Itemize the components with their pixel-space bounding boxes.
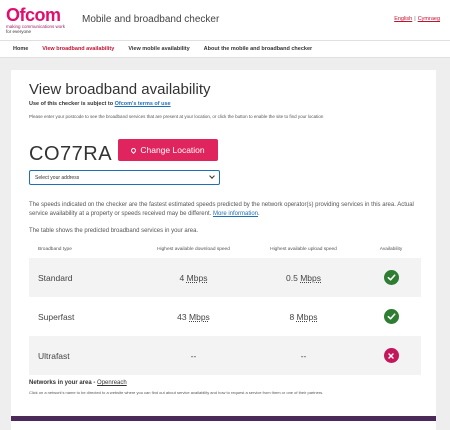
row-type: Ultrafast	[38, 350, 70, 361]
location-pin-icon	[130, 146, 138, 154]
main-nav: Home View broadband availability View mo…	[0, 40, 450, 58]
upload-unit: Mbps	[300, 272, 321, 283]
row-download: 4 Mbps	[141, 273, 246, 283]
terms-prefix: Use of this checker is subject to	[29, 101, 114, 107]
lang-english-link[interactable]: English	[394, 16, 412, 22]
networks-label: Networks in your area -	[29, 380, 96, 386]
address-select-value: Select your address	[35, 174, 80, 181]
row-download: 43 Mbps	[141, 312, 246, 322]
row-type: Standard	[38, 272, 73, 283]
content-card: View broadband availability Use of this …	[11, 70, 436, 430]
header-download: Highest available download speed	[157, 246, 230, 252]
language-switcher: English | Cymraeg	[394, 16, 440, 22]
terms-link[interactable]: Ofcom's terms of use	[115, 101, 171, 107]
download-value: 4	[179, 272, 185, 283]
header-availability: Availability	[379, 246, 403, 252]
row-upload: --	[246, 351, 361, 361]
row-availability	[361, 270, 421, 285]
upload-value: 0.5	[286, 272, 298, 283]
upload-value: 8	[289, 311, 295, 322]
table-row: Ultrafast -- --	[29, 336, 421, 375]
address-select[interactable]: Select your address	[29, 170, 220, 185]
upload-unit: Mbps	[296, 311, 318, 322]
site-header: Ofcom making communications work for eve…	[0, 0, 450, 40]
row-availability	[361, 309, 421, 324]
nav-mobile[interactable]: View mobile availability	[128, 46, 189, 52]
logo-tagline-2: for everyone	[6, 29, 32, 34]
lang-separator: |	[414, 16, 416, 22]
openreach-link[interactable]: Openreach	[97, 380, 127, 386]
chevron-down-icon	[209, 173, 215, 179]
footer-bar	[11, 416, 436, 421]
table-row: Superfast 43 Mbps 8 Mbps	[29, 297, 421, 336]
logo-wordmark: Ofcom	[6, 5, 61, 25]
broadband-table: Broadband type Highest available downloa…	[29, 240, 421, 375]
row-upload: 0.5 Mbps	[246, 273, 361, 283]
app-title: Mobile and broadband checker	[82, 14, 220, 25]
download-unit: Mbps	[189, 311, 210, 322]
download-value: --	[190, 350, 197, 361]
networks-note: Click on a network's name to be directed…	[29, 390, 324, 395]
table-intro: The table shows the predicted broadband …	[29, 228, 199, 234]
upload-value: --	[300, 350, 307, 361]
networks-heading: Networks in your area - Openreach	[29, 380, 127, 386]
row-download: --	[141, 351, 246, 361]
page-title: View broadband availability	[29, 81, 211, 98]
change-location-label: Change Location	[140, 145, 205, 155]
table-row: Standard 4 Mbps 0.5 Mbps	[29, 258, 421, 297]
row-upload: 8 Mbps	[246, 312, 361, 322]
instructions-text: Please enter your postcode to see the br…	[29, 114, 324, 119]
download-unit: Mbps	[186, 272, 208, 283]
terms-notice: Use of this checker is subject to Ofcom'…	[29, 101, 171, 107]
row-type: Superfast	[38, 311, 75, 322]
nav-broadband[interactable]: View broadband availability	[42, 46, 114, 52]
ofcom-logo[interactable]: Ofcom making communications work for eve…	[6, 6, 74, 34]
lang-welsh-link[interactable]: Cymraeg	[418, 16, 440, 22]
header-type: Broadband type	[38, 246, 72, 252]
postcode-display: CO77RA	[29, 143, 113, 165]
speed-description: The speeds indicated on the checker are …	[29, 202, 414, 217]
download-value: 43	[177, 311, 187, 322]
table-header-row: Broadband type Highest available downloa…	[29, 240, 421, 258]
row-availability	[361, 348, 421, 363]
nav-home[interactable]: Home	[13, 46, 28, 52]
change-location-button[interactable]: Change Location	[118, 139, 218, 161]
more-information-link[interactable]: More information	[213, 211, 258, 217]
check-icon	[383, 270, 399, 285]
cross-icon	[383, 348, 399, 363]
check-icon	[383, 309, 399, 324]
nav-about[interactable]: About the mobile and broadband checker	[204, 46, 313, 52]
header-upload: Highest available upload speed	[270, 246, 337, 252]
